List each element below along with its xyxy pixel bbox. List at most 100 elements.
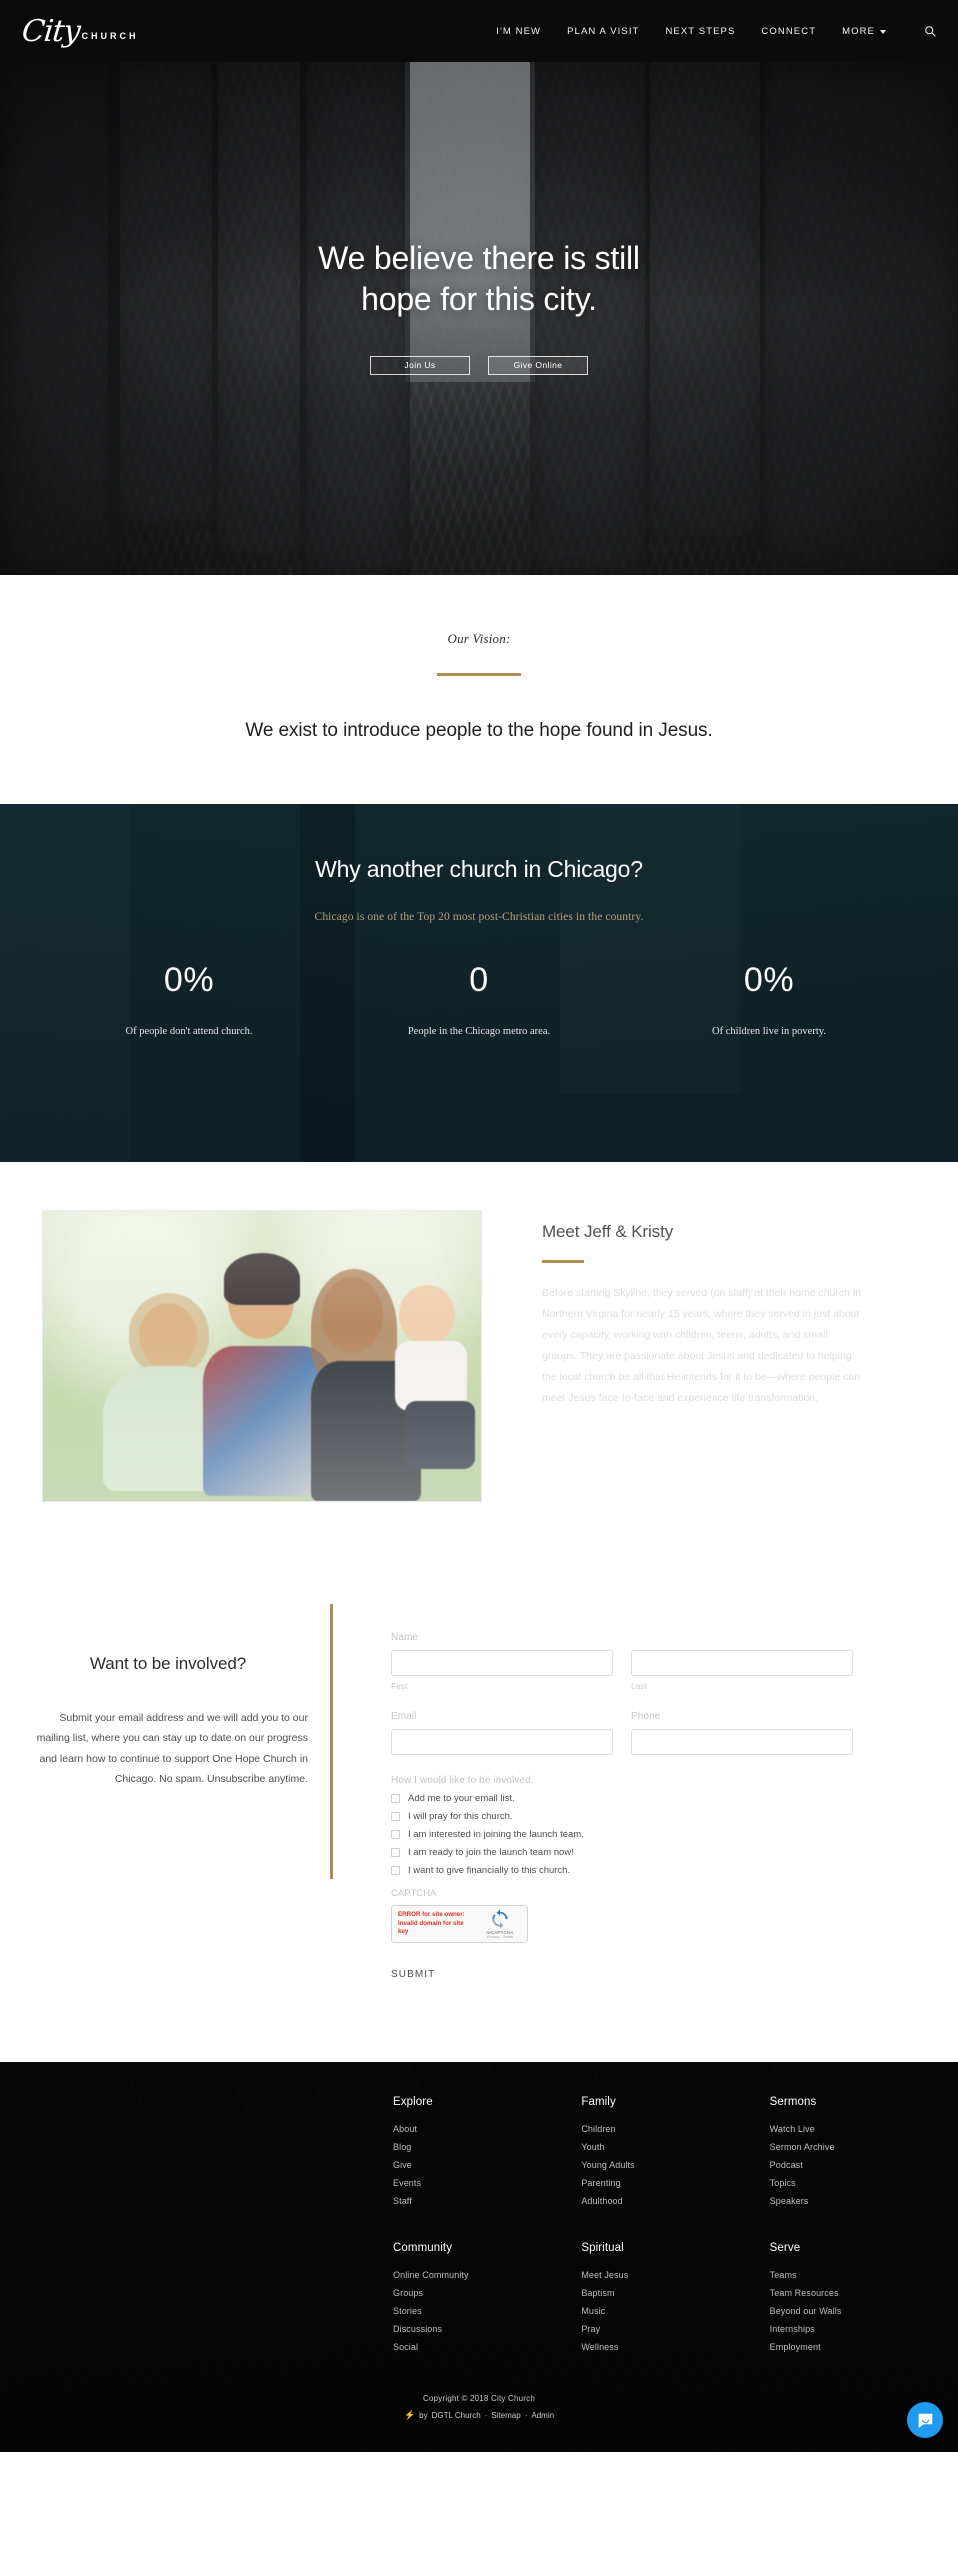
meet-title: Meet Jeff & Kristy xyxy=(542,1222,674,1241)
sitemap-link[interactable]: Sitemap xyxy=(491,2411,520,2420)
checkbox-label: Add me to your email list. xyxy=(408,1793,515,1804)
footer-link-adulthood[interactable]: Adulthood xyxy=(581,2196,769,2206)
footer-link-baptism[interactable]: Baptism xyxy=(581,2288,769,2298)
footer-link-music[interactable]: Music xyxy=(581,2306,769,2316)
checkbox-row-pray[interactable]: I will pray for this church. xyxy=(391,1811,853,1822)
email-label: Email xyxy=(391,1711,417,1722)
footer-link-employment[interactable]: Employment xyxy=(770,2342,958,2352)
admin-link[interactable]: Admin xyxy=(531,2411,554,2420)
stat-value: 0 xyxy=(469,961,489,999)
checkbox-icon[interactable] xyxy=(391,1866,400,1875)
checkbox-row-email-list[interactable]: Add me to your email list. xyxy=(391,1793,853,1804)
footer-link-online-community[interactable]: Online Community xyxy=(393,2270,581,2280)
chat-icon-glyph xyxy=(918,2413,932,2428)
stat-value: 0% xyxy=(743,961,795,999)
footer-link-parenting[interactable]: Parenting xyxy=(581,2178,769,2188)
search-icon[interactable] xyxy=(924,25,936,37)
checkbox-icon[interactable] xyxy=(391,1794,400,1803)
footer-column-serve: Serve Teams Team Resources Beyond our Wa… xyxy=(770,2242,958,2360)
nav-item-next-steps[interactable]: NEXT STEPS xyxy=(665,26,735,37)
footer-link-pray[interactable]: Pray xyxy=(581,2324,769,2334)
involvement-group-label: How I would like to be involved: xyxy=(391,1775,534,1786)
nav-item-connect[interactable]: CONNECT xyxy=(761,26,816,37)
checkbox-row-interested-launch-team[interactable]: I am interested in joining the launch te… xyxy=(391,1829,853,1840)
recaptcha-branding: reCAPTCHA Privacy - Terms xyxy=(479,1909,521,1939)
recaptcha-widget[interactable]: ERROR for site owner: Invalid domain for… xyxy=(391,1905,528,1943)
vision-gold-divider xyxy=(437,673,521,676)
footer-link-beyond-our-walls[interactable]: Beyond our Walls xyxy=(770,2306,958,2316)
stat-item-poverty: 0% Of children live in poverty. xyxy=(624,961,914,1037)
footer-column-title: Community xyxy=(393,2242,453,2254)
submit-button[interactable]: SUBMIT xyxy=(391,1969,435,1980)
footer-column-sermons: Sermons Watch Live Sermon Archive Podcas… xyxy=(770,2096,958,2214)
footer-link-meet-jesus[interactable]: Meet Jesus xyxy=(581,2270,769,2280)
last-name-input[interactable] xyxy=(631,1650,853,1676)
checkbox-icon[interactable] xyxy=(391,1830,400,1839)
involvement-checkbox-list: Add me to your email list. I will pray f… xyxy=(391,1793,853,1876)
meet-text-block: Meet Jeff & Kristy Before starting Skyli… xyxy=(482,1210,862,1502)
footer-column-title: Spiritual xyxy=(581,2242,624,2254)
stats-section: Why another church in Chicago? Chicago i… xyxy=(0,804,958,1162)
nav-item-plan-a-visit[interactable]: PLAN A VISIT xyxy=(567,26,639,37)
footer-link-about[interactable]: About xyxy=(393,2124,581,2134)
footer-link-watch-live[interactable]: Watch Live xyxy=(770,2124,958,2134)
footer-link-groups[interactable]: Groups xyxy=(393,2288,581,2298)
footer-link-team-resources[interactable]: Team Resources xyxy=(770,2288,958,2298)
stat-label: People in the Chicago metro area. xyxy=(407,1026,551,1037)
footer-column-family: Family Children Youth Young Adults Paren… xyxy=(581,2096,769,2214)
footer-link-events[interactable]: Events xyxy=(393,2178,581,2188)
footer-link-staff[interactable]: Staff xyxy=(393,2196,581,2206)
copyright-text: Copyright © 2018 City Church xyxy=(423,2394,535,2403)
footer-link-discussions[interactable]: Discussions xyxy=(393,2324,581,2334)
give-online-button[interactable]: Give Online xyxy=(488,355,588,375)
footer-link-blog[interactable]: Blog xyxy=(393,2142,581,2152)
nav-item-more[interactable]: MORE xyxy=(842,26,886,37)
lightning-bolt-icon: ⚡ xyxy=(403,2410,416,2420)
footer-link-teams[interactable]: Teams xyxy=(770,2270,958,2280)
checkbox-icon[interactable] xyxy=(391,1848,400,1857)
brand-logo[interactable]: City CHURCH xyxy=(0,14,139,49)
checkbox-row-give-financially[interactable]: I want to give financially to this churc… xyxy=(391,1865,853,1876)
footer-link-wellness[interactable]: Wellness xyxy=(581,2342,769,2352)
first-name-input[interactable] xyxy=(391,1650,613,1676)
footer-link-sermon-archive[interactable]: Sermon Archive xyxy=(770,2142,958,2152)
footer-column-title: Serve xyxy=(769,2242,801,2254)
credit-dgtl-church-link[interactable]: DGTL Church xyxy=(432,2411,481,2420)
email-input[interactable] xyxy=(391,1729,613,1755)
checkbox-icon[interactable] xyxy=(391,1812,400,1821)
footer-columns-row-1: Explore About Blog Give Events Staff Fam… xyxy=(0,2096,958,2214)
recaptcha-icon xyxy=(492,1909,508,1929)
nav-label: I'M NEW xyxy=(496,25,542,37)
hero-headline-line-2: hope for this city. xyxy=(361,281,597,317)
checkbox-label: I am interested in joining the launch te… xyxy=(408,1829,584,1840)
stats-subtitle: Chicago is one of the Top 20 most post-C… xyxy=(314,911,644,923)
email-phone-row: Email Phone xyxy=(391,1711,853,1755)
footer-columns-row-2: Community Online Community Groups Storie… xyxy=(0,2242,958,2360)
captcha-label: CAPTCHA xyxy=(391,1888,437,1899)
nav-item-im-new[interactable]: I'M NEW xyxy=(496,26,541,37)
footer-link-children[interactable]: Children xyxy=(581,2124,769,2134)
footer-link-topics[interactable]: Topics xyxy=(770,2178,958,2188)
meet-gold-divider xyxy=(542,1260,584,1263)
footer-link-youth[interactable]: Youth xyxy=(581,2142,769,2152)
vision-section: Our Vision: We exist to introduce people… xyxy=(0,575,958,804)
footer-link-podcast[interactable]: Podcast xyxy=(770,2160,958,2170)
phone-input[interactable] xyxy=(631,1729,853,1755)
footer-link-internships[interactable]: Internships xyxy=(770,2324,958,2334)
recaptcha-terms[interactable]: Privacy - Terms xyxy=(479,1935,521,1939)
footer-link-give[interactable]: Give xyxy=(393,2160,581,2170)
footer-link-young-adults[interactable]: Young Adults xyxy=(581,2160,769,2170)
footer-column-spiritual: Spiritual Meet Jesus Baptism Music Pray … xyxy=(581,2242,769,2360)
chat-bubble-icon[interactable] xyxy=(907,2402,943,2438)
footer-link-social[interactable]: Social xyxy=(393,2342,581,2352)
credit-by-prefix: by xyxy=(419,2411,428,2420)
nav-label: CONNECT xyxy=(761,25,817,37)
checkbox-row-ready-launch-team[interactable]: I am ready to join the launch team now! xyxy=(391,1847,853,1858)
join-us-button[interactable]: Join Us xyxy=(370,355,470,375)
footer-link-stories[interactable]: Stories xyxy=(393,2306,581,2316)
stat-item-attendance: 0% Of people don't attend church. xyxy=(44,961,334,1037)
signup-form: Name First Last Email Phone How I would … xyxy=(333,1604,853,1982)
hero-headline-line-1: We believe there is still xyxy=(318,240,640,277)
footer-link-speakers[interactable]: Speakers xyxy=(770,2196,958,2206)
footer-column-title: Sermons xyxy=(769,2096,817,2108)
